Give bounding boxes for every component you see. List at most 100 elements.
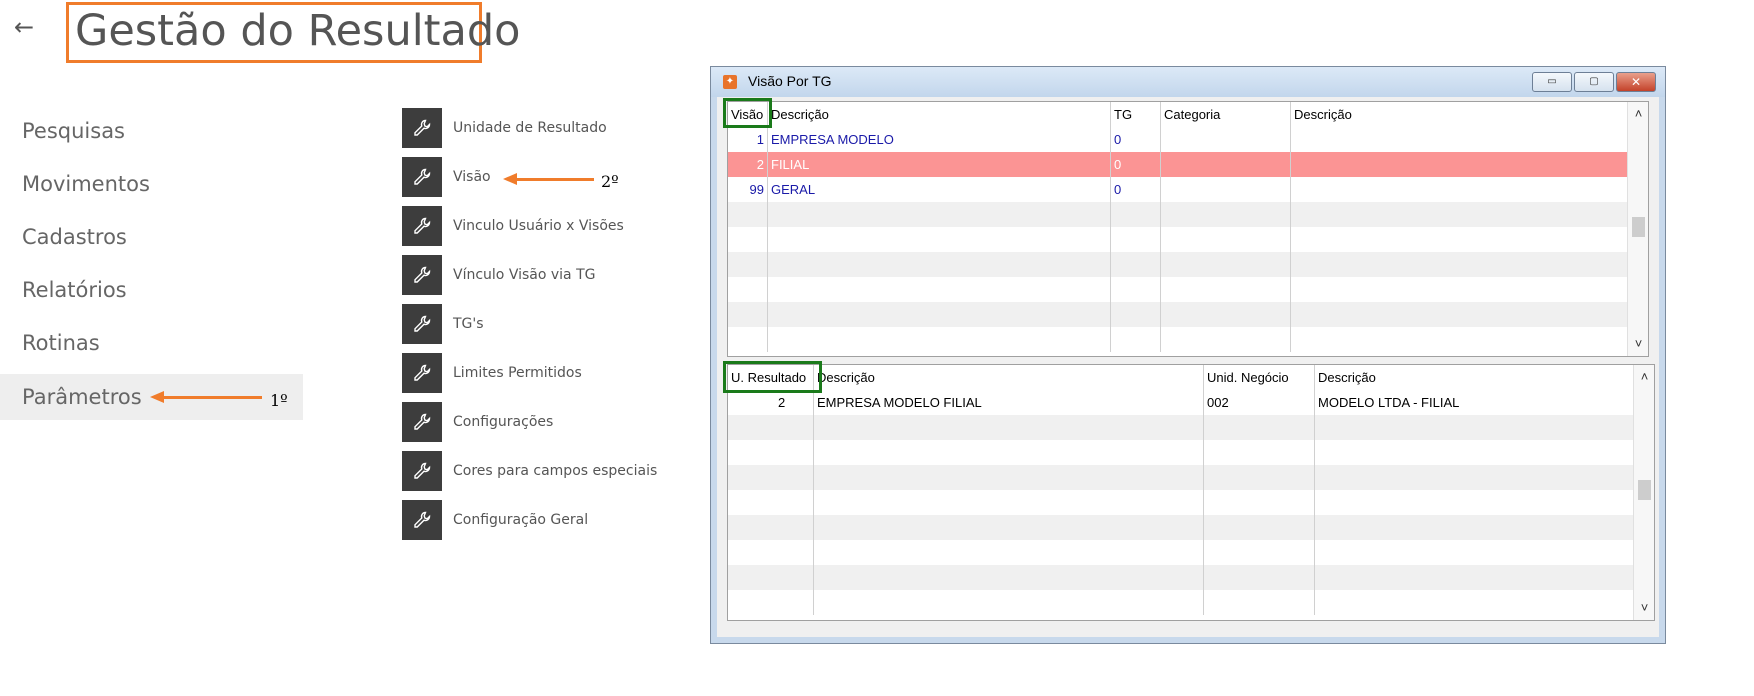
menu-item-visao[interactable]: Visão xyxy=(402,157,672,197)
wrench-icon xyxy=(402,500,442,540)
visao-column-highlight xyxy=(723,98,772,128)
table-row-empty[interactable] xyxy=(728,565,1634,590)
cell-unid-negocio: 002 xyxy=(1204,390,1315,415)
cell-descricao-2: MODELO LTDA - FILIAL xyxy=(1315,390,1634,415)
column-header-descricao[interactable]: Descrição xyxy=(768,102,1111,127)
window-titlebar[interactable]: ✦ Visão Por TG ▭ ▢ ✕ xyxy=(711,67,1665,97)
visao-por-tg-window: ✦ Visão Por TG ▭ ▢ ✕ Visão Descrição TG … xyxy=(710,66,1666,644)
cell-descricao: EMPRESA MODELO FILIAL xyxy=(814,390,1204,415)
menu-item-configuracao-geral[interactable]: Configuração Geral xyxy=(402,500,672,540)
vertical-scrollbar[interactable]: ˄ ˅ xyxy=(1633,365,1654,620)
cell-descricao-2 xyxy=(1291,152,1628,177)
menu-item-label: Cores para campos especiais xyxy=(453,463,658,479)
table-row-empty[interactable] xyxy=(728,202,1628,227)
close-button[interactable]: ✕ xyxy=(1616,72,1656,92)
table-row-empty[interactable] xyxy=(728,302,1628,327)
wrench-icon xyxy=(402,402,442,442)
scroll-thumb[interactable] xyxy=(1632,217,1645,237)
visao-grid[interactable]: Visão Descrição TG Categoria Descrição 1… xyxy=(727,101,1649,357)
grid-header-row: Visão Descrição TG Categoria Descrição xyxy=(728,102,1628,127)
menu-item-label: Configuração Geral xyxy=(453,512,589,528)
grid-header-row: U. Resultado Descrição Unid. Negócio Des… xyxy=(728,365,1634,390)
column-header-descricao[interactable]: Descrição xyxy=(814,365,1204,390)
nav-item-cadastros[interactable]: Cadastros xyxy=(0,214,303,260)
wrench-icon xyxy=(402,206,442,246)
app-icon: ✦ xyxy=(723,75,737,89)
table-row-empty[interactable] xyxy=(728,590,1634,615)
menu-item-tgs[interactable]: TG's xyxy=(402,304,672,344)
annotation-step-1: 1º xyxy=(270,391,288,410)
menu-item-limites-permitidos[interactable]: Limites Permitidos xyxy=(402,353,672,393)
nav-item-relatorios[interactable]: Relatórios xyxy=(0,267,303,313)
wrench-icon xyxy=(402,108,442,148)
column-header-descricao-2[interactable]: Descrição xyxy=(1315,365,1634,390)
table-row-selected[interactable]: 2 FILIAL 0 xyxy=(728,152,1628,177)
annotation-step-2: 2º xyxy=(601,172,619,191)
cell-tg: 0 xyxy=(1111,177,1161,202)
maximize-button[interactable]: ▢ xyxy=(1574,72,1614,92)
table-row-empty[interactable] xyxy=(728,540,1634,565)
table-row-empty[interactable] xyxy=(728,490,1634,515)
cell-descricao: EMPRESA MODELO xyxy=(768,127,1111,152)
cell-visao: 1 xyxy=(728,127,768,152)
cell-visao: 2 xyxy=(728,152,768,177)
table-row[interactable]: 1 EMPRESA MODELO 0 xyxy=(728,127,1628,152)
cell-categoria xyxy=(1161,177,1291,202)
nav-item-rotinas[interactable]: Rotinas xyxy=(0,320,303,366)
menu-item-label: Limites Permitidos xyxy=(453,365,582,381)
column-header-descricao-2[interactable]: Descrição xyxy=(1291,102,1628,127)
wrench-icon xyxy=(402,255,442,295)
cell-tg: 0 xyxy=(1111,127,1161,152)
menu-item-label: Configurações xyxy=(453,414,554,430)
nav-item-pesquisas[interactable]: Pesquisas xyxy=(0,108,303,154)
table-row-empty[interactable] xyxy=(728,440,1634,465)
page-title: Gestão do Resultado xyxy=(75,6,521,56)
scroll-thumb[interactable] xyxy=(1638,480,1651,500)
wrench-icon xyxy=(402,451,442,491)
cell-visao: 99 xyxy=(728,177,768,202)
menu-item-vinculo-usuario-visoes[interactable]: Vinculo Usuário x Visões xyxy=(402,206,672,246)
u-resultado-column-highlight xyxy=(723,361,822,393)
cell-u-resultado: 2 xyxy=(728,390,814,415)
minimize-button[interactable]: ▭ xyxy=(1532,72,1572,92)
wrench-icon xyxy=(402,353,442,393)
menu-item-label: TG's xyxy=(453,316,484,332)
scroll-down-arrow-icon[interactable]: ˅ xyxy=(1634,598,1654,618)
cell-descricao: FILIAL xyxy=(768,152,1111,177)
table-row-empty[interactable] xyxy=(728,415,1634,440)
menu-item-label: Vinculo Usuário x Visões xyxy=(453,218,624,234)
menu-item-cores-campos-especiais[interactable]: Cores para campos especiais xyxy=(402,451,672,491)
cell-descricao-2 xyxy=(1291,177,1628,202)
menu-item-configuracoes[interactable]: Configurações xyxy=(402,402,672,442)
cell-categoria xyxy=(1161,152,1291,177)
menu-item-unidade-de-resultado[interactable]: Unidade de Resultado xyxy=(402,108,672,148)
wrench-icon xyxy=(402,304,442,344)
wrench-icon xyxy=(402,157,442,197)
menu-item-vinculo-visao-tg[interactable]: Vínculo Visão via TG xyxy=(402,255,672,295)
menu-item-label: Vínculo Visão via TG xyxy=(453,267,596,283)
nav-item-movimentos[interactable]: Movimentos xyxy=(0,161,303,207)
unidade-resultado-grid[interactable]: U. Resultado Descrição Unid. Negócio Des… xyxy=(727,364,1655,621)
table-row-empty[interactable] xyxy=(728,327,1628,352)
cell-descricao: GERAL xyxy=(768,177,1111,202)
scroll-up-arrow-icon[interactable]: ˄ xyxy=(1634,367,1654,387)
table-row-empty[interactable] xyxy=(728,227,1628,252)
scroll-down-arrow-icon[interactable]: ˅ xyxy=(1628,334,1648,354)
column-header-tg[interactable]: TG xyxy=(1111,102,1161,127)
cell-tg: 0 xyxy=(1111,152,1161,177)
table-row-empty[interactable] xyxy=(728,277,1628,302)
column-header-unid-negocio[interactable]: Unid. Negócio xyxy=(1204,365,1315,390)
table-row[interactable]: 2 EMPRESA MODELO FILIAL 002 MODELO LTDA … xyxy=(728,390,1634,415)
cell-descricao-2 xyxy=(1291,127,1628,152)
table-row-empty[interactable] xyxy=(728,465,1634,490)
vertical-scrollbar[interactable]: ˄ ˅ xyxy=(1627,102,1648,356)
table-row[interactable]: 99 GERAL 0 xyxy=(728,177,1628,202)
annotation-arrow-2-line xyxy=(515,178,594,181)
table-row-empty[interactable] xyxy=(728,515,1634,540)
table-row-empty[interactable] xyxy=(728,252,1628,277)
column-header-categoria[interactable]: Categoria xyxy=(1161,102,1291,127)
back-arrow-icon[interactable]: ← xyxy=(12,12,36,42)
window-title: Visão Por TG xyxy=(748,73,832,89)
scroll-up-arrow-icon[interactable]: ˄ xyxy=(1628,104,1648,124)
cell-categoria xyxy=(1161,127,1291,152)
